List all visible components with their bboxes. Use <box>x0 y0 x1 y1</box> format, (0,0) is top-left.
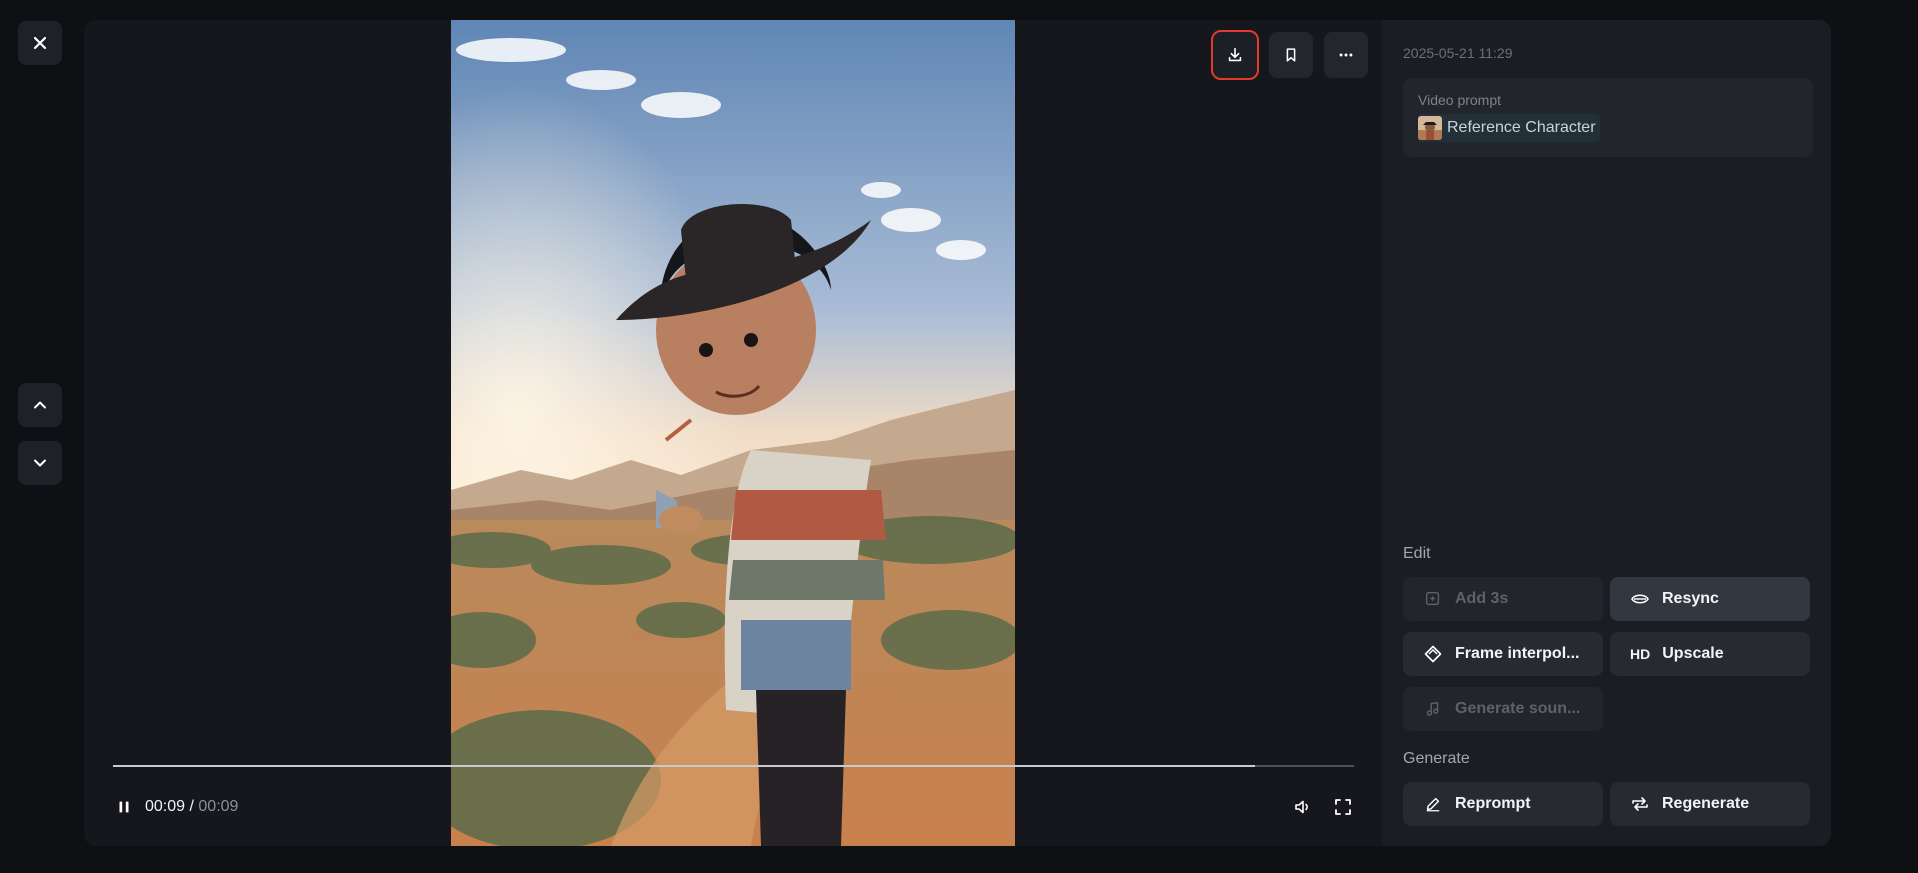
progress-fill <box>113 765 1255 767</box>
reprompt-label: Reprompt <box>1455 795 1531 812</box>
frame-interpolation-label: Frame interpol... <box>1455 645 1580 662</box>
bookmark-button[interactable] <box>1269 32 1313 78</box>
pencil-icon <box>1423 794 1443 814</box>
video-viewer: 00:09 / 00:09 <box>84 20 1382 846</box>
video-frame-image <box>451 20 1015 846</box>
pause-button[interactable] <box>113 796 135 818</box>
repeat-icon <box>1630 794 1650 814</box>
resync-button[interactable]: Resync <box>1610 577 1810 621</box>
current-time: 00:09 <box>145 798 186 815</box>
frame-interpolation-button[interactable]: Frame interpol... <box>1403 632 1603 676</box>
add-3s-label: Add 3s <box>1455 590 1509 607</box>
chevron-up-icon <box>34 401 46 409</box>
time-display: 00:09 / 00:09 <box>145 798 238 816</box>
resync-label: Resync <box>1662 590 1719 607</box>
player-controls: 00:09 / 00:09 <box>113 792 1354 822</box>
details-panel: 2025-05-21 11:29 Video prompt Reference … <box>1382 20 1831 846</box>
prompt-label: Video prompt <box>1418 92 1502 108</box>
add-time-icon <box>1423 589 1443 609</box>
hd-icon: HD <box>1630 646 1651 662</box>
volume-button[interactable] <box>1292 796 1314 818</box>
video-progress-bar[interactable] <box>113 765 1354 767</box>
more-horizontal-icon <box>1339 53 1353 57</box>
add-3s-button[interactable]: Add 3s <box>1403 577 1603 621</box>
edit-section-label: Edit <box>1403 545 1431 562</box>
close-icon <box>33 36 47 50</box>
time-separator: / <box>189 798 194 815</box>
fullscreen-icon <box>1335 799 1351 815</box>
lips-icon <box>1630 589 1650 609</box>
more-options-button[interactable] <box>1324 32 1368 78</box>
bookmark-icon <box>1286 48 1296 62</box>
volume-icon <box>1295 800 1308 814</box>
timestamp: 2025-05-21 11:29 <box>1403 45 1513 61</box>
video-player[interactable] <box>451 20 1015 846</box>
download-icon <box>1228 47 1242 62</box>
frame-interpolation-icon <box>1423 644 1443 664</box>
generate-section-label: Generate <box>1403 750 1470 767</box>
reference-character-label: Reference Character <box>1447 119 1596 136</box>
download-button[interactable] <box>1211 30 1259 80</box>
reference-thumbnail <box>1418 116 1442 140</box>
generate-sound-button[interactable]: Generate soun... <box>1403 687 1603 731</box>
regenerate-label: Regenerate <box>1662 795 1750 812</box>
upscale-button[interactable]: HD Upscale <box>1610 632 1810 676</box>
fullscreen-button[interactable] <box>1332 796 1354 818</box>
close-button[interactable] <box>18 21 62 65</box>
upscale-label: Upscale <box>1662 645 1724 662</box>
previous-button[interactable] <box>18 383 62 427</box>
music-note-icon <box>1423 699 1443 719</box>
next-button[interactable] <box>18 441 62 485</box>
chevron-down-icon <box>34 459 46 467</box>
duration: 00:09 <box>198 798 239 815</box>
reference-character-chip[interactable]: Reference Character <box>1418 114 1600 142</box>
pause-icon <box>119 801 129 813</box>
generate-sound-label: Generate soun... <box>1455 700 1581 717</box>
video-prompt-box: Video prompt Reference Character <box>1403 78 1813 157</box>
regenerate-button[interactable]: Regenerate <box>1610 782 1810 826</box>
reprompt-button[interactable]: Reprompt <box>1403 782 1603 826</box>
